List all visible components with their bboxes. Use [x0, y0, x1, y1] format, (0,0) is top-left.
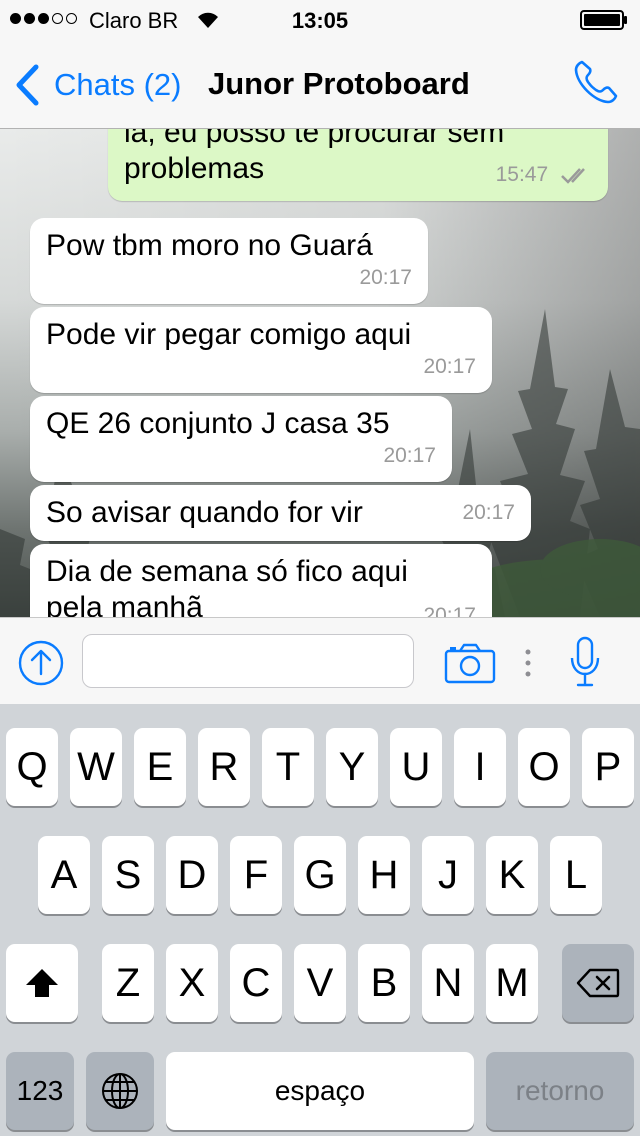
key-i[interactable]: I — [454, 728, 506, 806]
message-text: Dia de semana só fico aqui — [46, 555, 408, 588]
message-time: 20:17 — [359, 266, 412, 289]
message-text: QE 26 conjunto J casa 35 — [46, 407, 390, 440]
back-chevron-icon — [16, 64, 39, 106]
status-bar: Claro BR 13:05 — [0, 0, 640, 40]
return-key[interactable]: retorno — [486, 1052, 634, 1130]
microphone-icon[interactable] — [570, 636, 600, 688]
key-c[interactable]: C — [230, 944, 282, 1022]
message-input-bar — [0, 617, 640, 705]
camera-icon[interactable] — [444, 642, 496, 684]
back-button[interactable]: Chats (2) — [14, 64, 181, 106]
chat-title[interactable]: Junor Protoboard — [208, 66, 470, 102]
message-text: Pow tbm moro no Guará — [46, 229, 373, 262]
chat-area[interactable]: lá, eu posso te procurar sem problemas 1… — [0, 129, 640, 617]
message-timestamp: 15:47 — [496, 157, 594, 193]
key-a[interactable]: A — [38, 836, 90, 914]
shift-key[interactable] — [6, 944, 78, 1022]
key-n[interactable]: N — [422, 944, 474, 1022]
key-x[interactable]: X — [166, 944, 218, 1022]
message-bubble-incoming[interactable]: Dia de semana só fico aqui pela manhã 20… — [30, 544, 492, 617]
key-u[interactable]: U — [390, 728, 442, 806]
double-check-icon — [561, 168, 585, 185]
message-bubble-incoming[interactable]: So avisar quando for vir 20:17 — [30, 485, 531, 541]
key-f[interactable]: F — [230, 836, 282, 914]
key-p[interactable]: P — [582, 728, 634, 806]
message-input[interactable] — [82, 634, 414, 688]
message-time: 20:17 — [383, 444, 436, 467]
message-bubble-outgoing[interactable]: lá, eu posso te procurar sem problemas 1… — [108, 129, 608, 201]
message-time: 20:17 — [462, 501, 515, 524]
globe-key[interactable] — [86, 1052, 154, 1130]
globe-icon — [102, 1073, 138, 1109]
shift-icon — [26, 969, 58, 997]
key-q[interactable]: Q — [6, 728, 58, 806]
phone-icon[interactable] — [572, 58, 620, 106]
message-text: Pode vir pegar comigo aqui — [46, 318, 412, 351]
delete-key[interactable] — [562, 944, 634, 1022]
numbers-key[interactable]: 123 — [6, 1052, 74, 1130]
message-bubble-incoming[interactable]: Pow tbm moro no Guará 20:17 — [30, 218, 428, 304]
back-button-label: Chats (2) — [54, 67, 182, 102]
chat-header: Chats (2) Junor Protoboard — [0, 40, 640, 129]
key-r[interactable]: R — [198, 728, 250, 806]
key-k[interactable]: K — [486, 836, 538, 914]
message-time: 15:47 — [495, 163, 549, 186]
status-time: 13:05 — [291, 8, 349, 33]
key-o[interactable]: O — [518, 728, 570, 806]
message-text: pela manhã — [46, 591, 203, 617]
key-e[interactable]: E — [134, 728, 186, 806]
message-bubble-incoming[interactable]: Pode vir pegar comigo aqui 20:17 — [30, 307, 492, 393]
more-dots-icon[interactable] — [524, 648, 532, 678]
key-l[interactable]: L — [550, 836, 602, 914]
key-t[interactable]: T — [262, 728, 314, 806]
key-s[interactable]: S — [102, 836, 154, 914]
message-time: 20:17 — [423, 355, 476, 378]
keyboard: Q W E R T Y U I O P A S D F G H J K L Z … — [0, 704, 640, 1136]
key-w[interactable]: W — [70, 728, 122, 806]
delete-icon — [576, 968, 620, 998]
key-z[interactable]: Z — [102, 944, 154, 1022]
message-text: So avisar quando for vir — [46, 496, 363, 529]
key-y[interactable]: Y — [326, 728, 378, 806]
key-j[interactable]: J — [422, 836, 474, 914]
battery-icon — [580, 10, 627, 30]
key-g[interactable]: G — [294, 836, 346, 914]
key-v[interactable]: V — [294, 944, 346, 1022]
key-b[interactable]: B — [358, 944, 410, 1022]
key-h[interactable]: H — [358, 836, 410, 914]
message-time: 20:17 — [423, 604, 476, 617]
key-d[interactable]: D — [166, 836, 218, 914]
upload-icon[interactable] — [18, 640, 64, 686]
message-text: lá, eu posso te procurar sem — [124, 129, 505, 149]
message-bubble-incoming[interactable]: QE 26 conjunto J casa 35 20:17 — [30, 396, 452, 482]
space-key[interactable]: espaço — [166, 1052, 474, 1130]
key-m[interactable]: M — [486, 944, 538, 1022]
